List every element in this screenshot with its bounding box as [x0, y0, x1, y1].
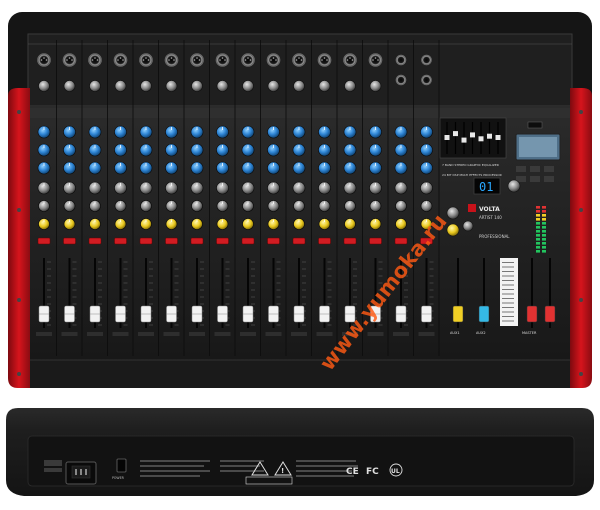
channel-mute-button[interactable] — [37, 237, 51, 245]
channel-mute-button[interactable] — [369, 237, 382, 245]
master-fader-left[interactable] — [526, 305, 538, 323]
gain-knob[interactable] — [114, 80, 127, 92]
gain-knob[interactable] — [267, 80, 280, 92]
gain-knob[interactable] — [344, 80, 356, 92]
right-side-panel — [570, 88, 592, 388]
aux2-fader[interactable] — [478, 305, 490, 323]
eq-band-slider[interactable] — [470, 132, 475, 138]
eq-band-slider[interactable] — [487, 133, 492, 139]
power-switch[interactable] — [116, 458, 127, 473]
xlr-input-jack[interactable] — [368, 53, 383, 67]
gain-knob[interactable] — [242, 80, 254, 92]
aux1-fader[interactable] — [452, 305, 464, 323]
usb-slot[interactable] — [527, 121, 543, 129]
aux-label: AUX1 — [450, 331, 460, 335]
line-input-jack[interactable] — [395, 74, 407, 86]
aux-label: MASTER — [522, 331, 537, 335]
power-inlet[interactable] — [65, 461, 97, 485]
line-input-jack[interactable] — [421, 74, 432, 86]
gain-knob[interactable] — [140, 80, 152, 92]
master-scribble-strip — [500, 258, 518, 326]
gain-knob[interactable] — [369, 80, 382, 92]
xlr-input-jack[interactable] — [113, 53, 128, 67]
channel-mute-button[interactable] — [63, 237, 76, 245]
xlr-input-jack[interactable] — [37, 53, 51, 67]
channel-mute-button[interactable] — [318, 237, 331, 245]
eq-band-slider[interactable] — [495, 135, 501, 140]
effects-section-label: 24 BIT DSP MULTI EFFECTS PROCESSOR — [442, 173, 502, 177]
brand-logo-icon — [468, 204, 476, 212]
effects-display-value: 01 — [479, 180, 493, 194]
xlr-input-jack[interactable] — [215, 53, 230, 67]
xlr-input-jack[interactable] — [88, 53, 102, 67]
gain-knob[interactable] — [63, 80, 76, 92]
channel-mute-button[interactable] — [394, 237, 408, 245]
gain-knob[interactable] — [165, 80, 178, 92]
xlr-input-jack[interactable] — [62, 53, 77, 67]
eq-band-slider[interactable] — [461, 137, 467, 143]
xlr-input-jack[interactable] — [139, 53, 153, 67]
brand-name: VOLTA — [479, 206, 500, 213]
eq-band-slider[interactable] — [478, 136, 484, 142]
channel-mute-button[interactable] — [114, 237, 127, 245]
line-input-jack[interactable] — [421, 54, 432, 66]
svg-text:!: ! — [281, 467, 284, 475]
channel-mute-button[interactable] — [241, 237, 255, 245]
xlr-input-jack[interactable] — [317, 53, 332, 67]
xlr-input-jack[interactable] — [292, 53, 306, 67]
gain-knob[interactable] — [191, 80, 203, 92]
aux-label: AUX2 — [476, 331, 486, 335]
gain-knob[interactable] — [89, 80, 101, 92]
channel-mute-button[interactable] — [190, 237, 204, 245]
power-label: POWER — [112, 476, 125, 480]
xlr-input-jack[interactable] — [164, 53, 179, 67]
effects-knob[interactable] — [446, 206, 460, 220]
line-input-jack[interactable] — [395, 54, 407, 66]
gain-knob[interactable] — [38, 80, 50, 92]
model-name: ARTIST 140 — [479, 215, 502, 220]
eq-band-slider[interactable] — [453, 131, 458, 137]
xlr-input-jack[interactable] — [241, 53, 255, 67]
channel-mute-button[interactable] — [343, 237, 357, 245]
channel-mute-button[interactable] — [139, 237, 153, 245]
effects-knob[interactable] — [462, 220, 474, 232]
master-fader-right[interactable] — [544, 305, 556, 323]
left-side-panel — [8, 88, 30, 388]
channel-mute-button[interactable] — [267, 237, 280, 245]
xlr-input-jack[interactable] — [266, 53, 281, 67]
gain-knob[interactable] — [318, 80, 331, 92]
xlr-input-jack[interactable] — [190, 53, 204, 67]
mixer-top-view: 7 BAND STEREO GRAPHIC EQUALIZER 24 BIT D… — [8, 12, 592, 388]
mixer-rear-view: POWER ! CE FC UL — [6, 408, 594, 496]
input-panel — [27, 33, 573, 107]
gain-knob[interactable] — [216, 80, 229, 92]
effects-select-knob[interactable] — [507, 179, 521, 193]
eq-section-label: 7 BAND STEREO GRAPHIC EQUALIZER — [442, 163, 499, 167]
channel-mute-button[interactable] — [216, 237, 229, 245]
ce-mark: CE — [346, 467, 359, 477]
eq-band-slider[interactable] — [444, 135, 450, 140]
svg-text:UL: UL — [391, 468, 400, 475]
channel-mute-button[interactable] — [165, 237, 178, 245]
series-label: PROFESSIONAL — [479, 234, 510, 239]
channel-mute-button[interactable] — [88, 237, 102, 245]
xlr-input-jack[interactable] — [343, 53, 357, 67]
fc-mark: FC — [366, 467, 379, 477]
channel-mute-button[interactable] — [292, 237, 306, 245]
gain-knob[interactable] — [293, 80, 305, 92]
